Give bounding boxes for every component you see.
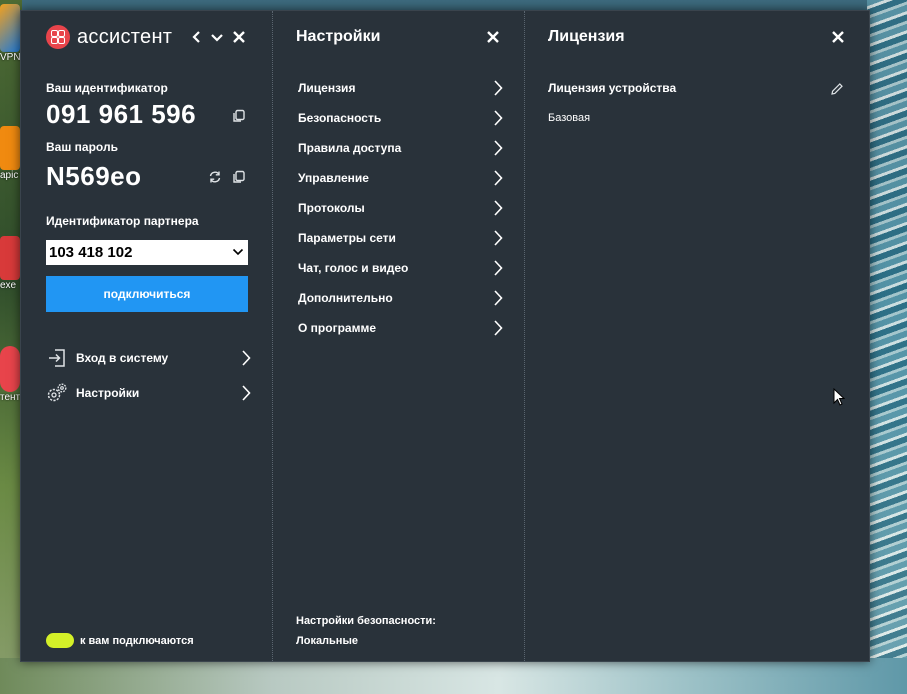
close-settings-icon[interactable] [486,30,500,44]
desktop-background-shore [0,658,907,694]
settings-panel: Настройки Лицензия Безопасность Правила … [273,11,523,661]
desktop-shortcut-exe[interactable]: exe [0,236,22,291]
chevron-right-icon [494,140,503,156]
minimize-chevron-down-icon[interactable] [209,29,225,45]
incoming-connection-status: к вам подключаются [80,635,194,647]
chevron-right-icon [494,170,503,186]
settings-item-label: Управление [298,171,369,185]
partner-id-label: Идентификатор партнера [46,214,199,228]
edit-pencil-icon[interactable] [830,82,844,96]
your-password-value: N569eo [46,161,142,191]
partner-id-select[interactable]: 103 418 102 [46,240,248,265]
chevron-right-icon [494,110,503,126]
chevron-right-icon [494,80,503,96]
your-id-label: Ваш идентификатор [46,81,168,95]
settings-item-security[interactable]: Безопасность [298,107,503,129]
nav-settings-label: Настройки [76,386,140,400]
settings-item-access-rules[interactable]: Правила доступа [298,137,503,159]
device-license-label: Лицензия устройства [548,81,677,95]
chevron-right-icon [494,320,503,336]
app-icon [0,236,20,280]
chevron-right-icon [242,350,251,366]
app-icon [0,126,20,170]
assistant-window: ассистент Ваш идентификатор 091 961 596 … [20,10,870,662]
settings-item-label: Чат, голос и видео [298,261,409,275]
desktop-background-sea [867,0,907,694]
settings-item-label: Дополнительно [298,291,393,305]
desktop-shortcut-vpn[interactable]: VPN [0,4,22,63]
desktop-shortcut-label: exe [0,280,17,291]
close-license-icon[interactable] [831,30,845,44]
your-password-label: Ваш пароль [46,140,118,154]
security-settings-label: Настройки безопасности: [296,615,436,627]
settings-item-label: Лицензия [298,81,356,95]
settings-item-chat-voice-video[interactable]: Чат, голос и видео [298,257,503,279]
desktop-shortcut-assistant[interactable]: тент [0,346,22,403]
settings-item-label: Правила доступа [298,141,402,155]
nav-login[interactable]: Вход в систему [46,345,251,371]
connect-button[interactable]: подключиться [46,276,248,312]
settings-item-about[interactable]: О программе [298,317,503,339]
incoming-connection-indicator [46,633,74,648]
chevron-right-icon [494,200,503,216]
security-settings-value: Локальные [296,635,358,647]
nav-login-label: Вход в систему [76,351,169,365]
partner-id-value: 103 418 102 [49,244,133,261]
collapse-left-icon[interactable] [189,29,205,45]
settings-item-advanced[interactable]: Дополнительно [298,287,503,309]
chevron-right-icon [494,230,503,246]
your-id-value: 091 961 596 [46,99,197,129]
desktop-shortcut-apic[interactable]: apic [0,126,22,181]
settings-item-control[interactable]: Управление [298,167,503,189]
chevron-right-icon [494,290,503,306]
assistant-logo-icon [46,25,70,49]
nav-settings[interactable]: Настройки [46,380,251,406]
copy-password-icon[interactable] [232,170,246,184]
settings-item-label: О программе [298,321,377,335]
brand: ассистент [46,25,172,49]
settings-item-label: Безопасность [298,111,382,125]
license-title: Лицензия [548,28,625,45]
close-window-icon[interactable] [231,29,247,45]
license-value: Базовая [548,112,591,124]
settings-title: Настройки [296,28,381,45]
main-panel: ассистент Ваш идентификатор 091 961 596 … [21,11,271,661]
vpn-app-icon [0,4,20,52]
chevron-down-icon[interactable] [232,246,244,258]
desktop-shortcut-label: VPN [0,52,21,63]
copy-id-icon[interactable] [232,109,246,123]
desktop-shortcut-label: apic [0,170,19,181]
settings-item-protocols[interactable]: Протоколы [298,197,503,219]
login-icon [49,349,65,367]
settings-item-license[interactable]: Лицензия [298,77,503,99]
chevron-right-icon [494,260,503,276]
brand-name: ассистент [77,25,173,48]
assistant-app-icon [0,346,20,392]
license-panel: Лицензия Лицензия устройства Базовая [525,11,869,661]
settings-item-label: Параметры сети [298,231,396,245]
settings-item-label: Протоколы [298,201,365,215]
chevron-right-icon [242,385,251,401]
gears-icon [47,383,67,402]
mouse-cursor-icon [833,388,845,406]
refresh-password-icon[interactable] [208,170,222,184]
settings-item-network[interactable]: Параметры сети [298,227,503,249]
desktop-shortcut-label: тент [0,392,21,403]
